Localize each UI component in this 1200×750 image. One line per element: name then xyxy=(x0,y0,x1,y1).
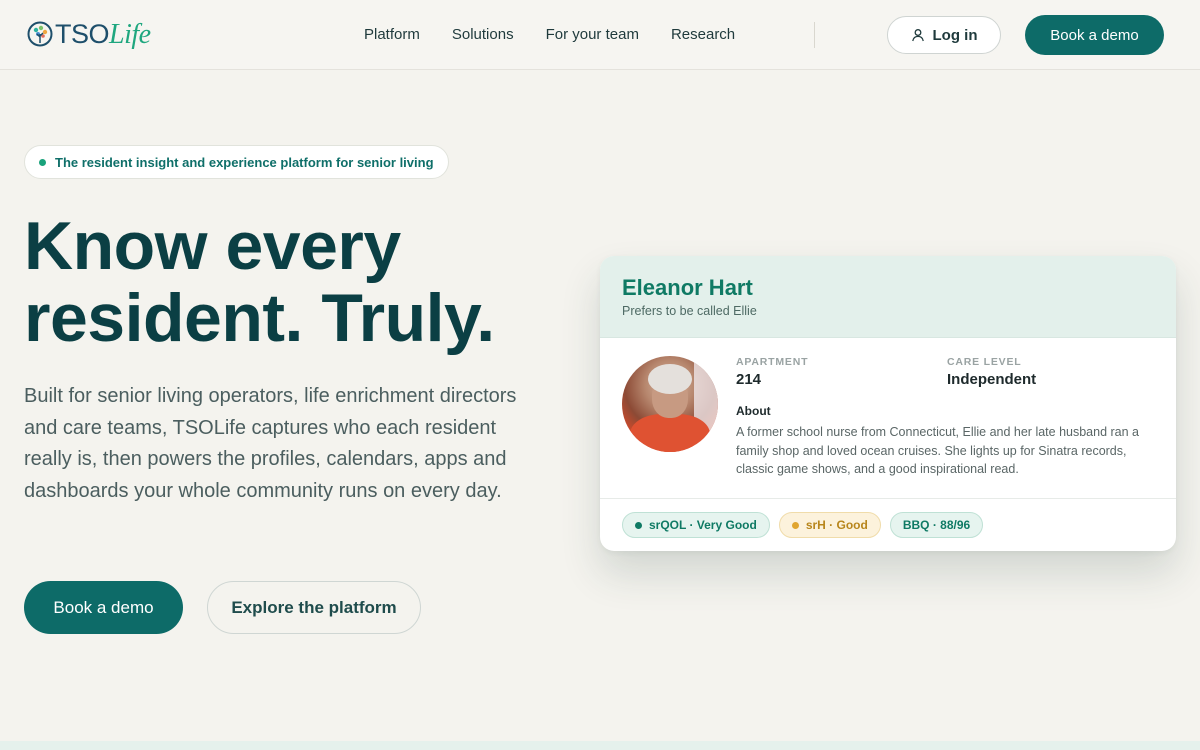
care-level-value: Independent xyxy=(947,371,1037,388)
nav-research[interactable]: Research xyxy=(671,24,735,46)
login-button[interactable]: Log in xyxy=(887,16,1001,54)
badge-bbq: BBQ · 88/96 xyxy=(889,512,984,538)
site-header: TSOLife Platform Solutions For your team… xyxy=(0,0,1200,70)
user-icon xyxy=(911,29,924,42)
logo-text-tso: TSO xyxy=(55,18,110,49)
about-label: About xyxy=(736,404,771,418)
apartment-label: APARTMENT xyxy=(736,356,809,368)
resident-name: Eleanor Hart xyxy=(622,275,753,300)
tree-logo-icon xyxy=(27,21,53,47)
badge-bbq-text: BBQ · 88/96 xyxy=(902,518,971,532)
nav-solutions[interactable]: Solutions xyxy=(452,24,514,46)
badge-dot-icon xyxy=(635,521,642,529)
headline-line-1: Know every xyxy=(24,208,401,284)
badge-srh: srH · Good xyxy=(778,512,881,538)
badge-srh-text: srH · Good xyxy=(805,518,868,532)
score-badges: srQOL · Very Good srH · Good BBQ · 88/96 xyxy=(622,512,992,538)
explore-platform-button[interactable]: Explore the platform xyxy=(207,581,421,634)
about-text: A former school nurse from Connecticut, … xyxy=(736,425,1139,476)
login-label: Log in xyxy=(932,26,978,44)
tagline-dot-icon xyxy=(39,158,46,166)
resident-profile-card: Eleanor Hart Prefers to be called Ellie … xyxy=(600,256,1176,551)
headline-line-2: resident. Truly. xyxy=(24,280,495,356)
card-header: Eleanor Hart Prefers to be called Ellie xyxy=(600,256,1176,338)
care-level-label: CARE LEVEL xyxy=(947,356,1022,368)
badge-srqol-text: srQOL · Very Good xyxy=(649,518,757,532)
nav-for-your-team[interactable]: For your team xyxy=(546,24,639,46)
tagline-text: The resident insight and experience plat… xyxy=(55,154,434,170)
resident-photo xyxy=(622,356,718,452)
logo-text-life: Life xyxy=(109,18,151,50)
tagline-pill: The resident insight and experience plat… xyxy=(24,145,449,179)
card-divider xyxy=(600,498,1176,499)
tsolife-logo[interactable]: TSOLife xyxy=(27,18,151,50)
badge-srqol: srQOL · Very Good xyxy=(622,512,770,538)
hero-lead: Built for senior living operators, life … xyxy=(24,385,517,502)
nav-platform[interactable]: Platform xyxy=(364,24,420,46)
care-level-field: CARE LEVEL Independent xyxy=(947,356,1036,388)
book-demo-header-button[interactable]: Book a demo xyxy=(1025,15,1164,55)
badge-dot-icon xyxy=(791,521,799,529)
hero-headline: Know every resident. Truly. xyxy=(24,210,584,354)
resident-preferred-name: Prefers to be called Ellie xyxy=(622,304,757,318)
next-section-edge xyxy=(0,741,1200,750)
apartment-field: APARTMENT 214 xyxy=(736,356,808,388)
main-nav: Platform Solutions For your team Researc… xyxy=(364,24,767,46)
book-demo-button[interactable]: Book a demo xyxy=(24,581,183,634)
nav-divider xyxy=(814,22,815,48)
apartment-value: 214 xyxy=(736,371,762,388)
